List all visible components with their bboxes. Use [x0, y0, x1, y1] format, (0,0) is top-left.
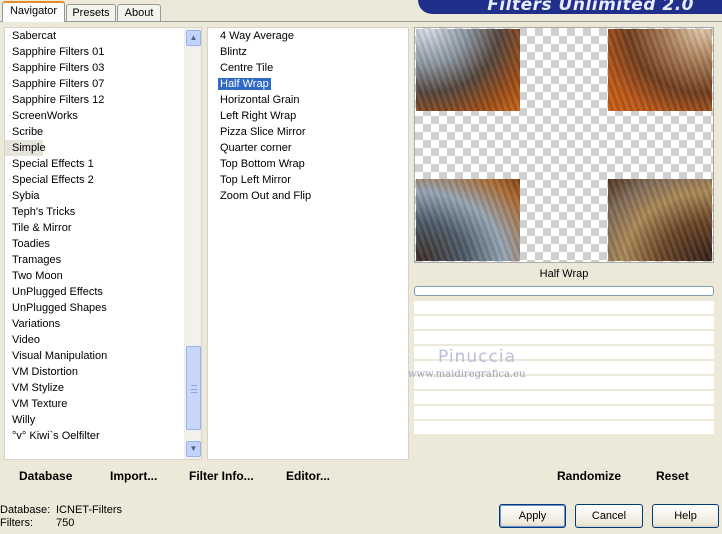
- watermark-url: www.maidiregrafica.eu: [408, 369, 526, 380]
- grip-icon: [191, 385, 197, 393]
- app-banner: Filters Unlimited 2.0: [418, 0, 722, 14]
- category-item[interactable]: UnPlugged Effects: [5, 284, 201, 300]
- category-items: Sabercat Sapphire Filters 01 Sapphire Filt…: [5, 28, 201, 444]
- scroll-up-button[interactable]: ▲: [186, 30, 201, 46]
- bottom-toolbar: Database Import... Filter Info... Editor…: [4, 462, 716, 490]
- category-item[interactable]: Sapphire Filters 12: [5, 92, 201, 108]
- category-item[interactable]: Two Moon: [5, 268, 201, 284]
- filter-item-label: Top Bottom Wrap: [220, 158, 305, 170]
- category-item[interactable]: Video: [5, 332, 201, 348]
- parameter-area: [414, 301, 714, 459]
- preview-quadrant: [416, 179, 520, 261]
- filter-item-label: Zoom Out and Flip: [220, 190, 312, 202]
- progress-bar: [414, 286, 714, 296]
- category-item[interactable]: Tramages: [5, 252, 201, 268]
- filter-item[interactable]: Half Wrap: [208, 76, 408, 92]
- category-item[interactable]: ScreenWorks: [5, 108, 201, 124]
- category-item[interactable]: Toadies: [5, 236, 201, 252]
- status-area: Database: ICNET-Filters Filters: 750: [0, 504, 122, 530]
- tab-navigator[interactable]: Navigator: [2, 1, 65, 22]
- preview-quadrant: [608, 179, 712, 261]
- category-item[interactable]: Sapphire Filters 07: [5, 76, 201, 92]
- category-item[interactable]: VM Stylize: [5, 380, 201, 396]
- filter-item[interactable]: Top Left Mirror: [208, 172, 408, 188]
- filter-item-label: Half Wrap: [218, 78, 271, 90]
- category-item[interactable]: Simple: [5, 140, 46, 156]
- category-item[interactable]: VM Texture: [5, 396, 201, 412]
- filter-item[interactable]: Centre Tile: [208, 60, 408, 76]
- tab-about[interactable]: About: [117, 4, 161, 22]
- filter-info-button[interactable]: Filter Info...: [189, 469, 254, 483]
- filters-label: Filters:: [0, 517, 33, 529]
- filter-item-label: Centre Tile: [220, 62, 274, 74]
- watermark-name: Pinuccia: [438, 347, 516, 367]
- category-item[interactable]: Variations: [5, 316, 201, 332]
- tab-presets[interactable]: Presets: [66, 4, 116, 22]
- cancel-button[interactable]: Cancel: [575, 504, 643, 528]
- app-title: Filters Unlimited 2.0: [487, 0, 694, 14]
- category-item[interactable]: Sapphire Filters 03: [5, 60, 201, 76]
- category-item[interactable]: Willy: [5, 412, 201, 428]
- filter-item-label: 4 Way Average: [220, 30, 294, 42]
- scroll-thumb[interactable]: [186, 346, 201, 430]
- category-item[interactable]: Special Effects 2: [5, 172, 201, 188]
- randomize-button[interactable]: Randomize: [557, 469, 621, 483]
- filter-item[interactable]: Horizontal Grain: [208, 92, 408, 108]
- category-scrollbar[interactable]: ▲ ▼: [184, 28, 201, 459]
- category-item[interactable]: Sabercat: [5, 28, 201, 44]
- apply-button[interactable]: Apply: [499, 504, 566, 528]
- category-item[interactable]: Tile & Mirror: [5, 220, 201, 236]
- filter-item-label: Top Left Mirror: [220, 174, 291, 186]
- database-value: ICNET-Filters: [56, 504, 122, 516]
- database-label: Database:: [0, 504, 51, 516]
- filter-item[interactable]: Blintz: [208, 44, 408, 60]
- category-item[interactable]: Scribe: [5, 124, 201, 140]
- category-item[interactable]: UnPlugged Shapes: [5, 300, 201, 316]
- filter-items: 4 Way Average Blintz Centre Tile Half Wrap H…: [208, 28, 408, 204]
- parameter-row: [414, 301, 714, 316]
- parameter-row: [414, 316, 714, 331]
- filter-item-label: Quarter corner: [220, 142, 292, 154]
- reset-button[interactable]: Reset: [656, 469, 689, 483]
- parameter-row: [414, 406, 714, 421]
- filter-list[interactable]: 4 Way Average Blintz Centre Tile Half Wrap H…: [207, 27, 409, 460]
- category-item[interactable]: Visual Manipulation: [5, 348, 201, 364]
- filter-item[interactable]: Pizza Slice Mirror: [208, 124, 408, 140]
- category-item[interactable]: Sybia: [5, 188, 201, 204]
- filter-item[interactable]: Left Right Wrap: [208, 108, 408, 124]
- database-button[interactable]: Database: [19, 469, 72, 483]
- category-list[interactable]: Sabercat Sapphire Filters 01 Sapphire Filt…: [4, 27, 202, 460]
- filter-item-label: Left Right Wrap: [220, 110, 297, 122]
- category-item[interactable]: Sapphire Filters 01: [5, 44, 201, 60]
- help-button[interactable]: Help: [652, 504, 719, 528]
- filter-item[interactable]: Top Bottom Wrap: [208, 156, 408, 172]
- category-item[interactable]: Teph's Tricks: [5, 204, 201, 220]
- category-item[interactable]: Special Effects 1: [5, 156, 201, 172]
- filter-item-label: Horizontal Grain: [220, 94, 300, 106]
- parameter-row: [414, 331, 714, 346]
- editor-button[interactable]: Editor...: [286, 469, 330, 483]
- filter-item[interactable]: Quarter corner: [208, 140, 408, 156]
- preview-quadrant: [416, 29, 520, 111]
- import-button[interactable]: Import...: [110, 469, 157, 483]
- category-item[interactable]: °v° Kiwi`s Oelfilter: [5, 428, 201, 444]
- filter-item-label: Blintz: [220, 46, 247, 58]
- category-item[interactable]: VM Distortion: [5, 364, 201, 380]
- filter-item-label: Pizza Slice Mirror: [220, 126, 306, 138]
- preview-filter-name: Half Wrap: [539, 268, 589, 280]
- filter-item[interactable]: Zoom Out and Flip: [208, 188, 408, 204]
- parameter-row: [414, 391, 714, 406]
- filter-item[interactable]: 4 Way Average: [208, 28, 408, 44]
- parameter-row: [414, 421, 714, 436]
- preview-image: [414, 27, 714, 263]
- filters-count: 750: [56, 517, 75, 529]
- preview-quadrant: [608, 29, 712, 111]
- scroll-down-button[interactable]: ▼: [186, 441, 201, 457]
